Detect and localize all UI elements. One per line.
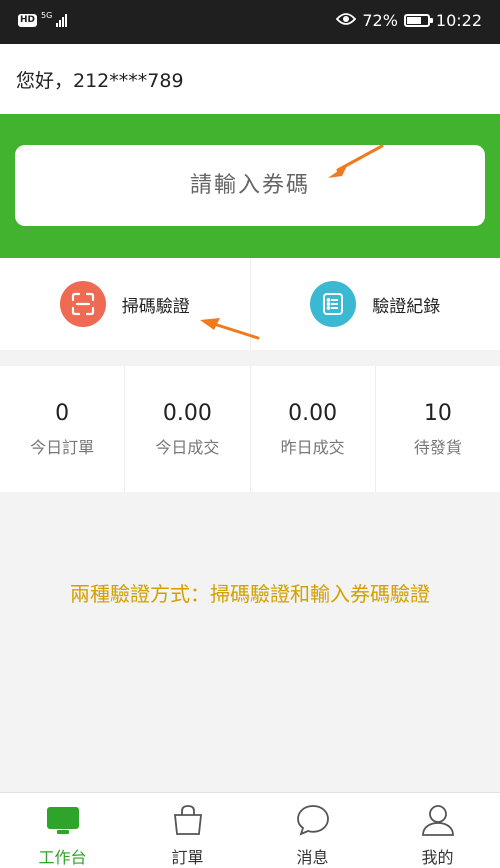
user-icon — [419, 801, 457, 839]
battery-percent: 72% — [362, 11, 398, 30]
bottom-nav: 工作台 訂單 消息 我的 — [0, 792, 500, 868]
eye-icon — [336, 11, 357, 30]
coupon-code-input[interactable] — [15, 145, 485, 226]
status-bar: HD 5G 72% 10:22 — [0, 0, 500, 44]
nav-label: 消息 — [296, 848, 329, 867]
scan-verify-button[interactable]: 掃碼驗證 — [0, 258, 250, 350]
signal-icon — [56, 13, 68, 27]
workbench-icon — [44, 801, 82, 839]
stat-label: 今日成交 — [155, 437, 220, 457]
stat-pending-shipment[interactable]: 10 待發貨 — [374, 366, 500, 492]
stat-label: 昨日成交 — [280, 437, 345, 457]
nav-label: 工作台 — [38, 848, 87, 867]
nav-profile[interactable]: 我的 — [375, 793, 500, 868]
clock: 10:22 — [435, 11, 482, 30]
verify-record-button[interactable]: 驗證紀錄 — [249, 258, 500, 350]
verification-methods-note: 兩種驗證方式：掃碼驗證和輸入券碼驗證 — [70, 582, 430, 606]
nav-label: 我的 — [421, 848, 454, 867]
greeting-text: 您好，212****789 — [0, 44, 500, 114]
network-type: 5G — [41, 11, 53, 20]
status-left: HD 5G — [18, 11, 68, 27]
stat-today-sales[interactable]: 0.00 今日成交 — [124, 366, 249, 492]
hd-badge: HD — [18, 13, 38, 27]
stat-today-orders[interactable]: 0 今日訂單 — [0, 366, 124, 492]
nav-label: 訂單 — [171, 848, 204, 867]
stats-row: 0 今日訂單 0.00 今日成交 0.00 昨日成交 10 待發貨 — [0, 366, 500, 492]
chat-bubble-icon — [294, 801, 332, 839]
coupon-banner — [0, 114, 500, 258]
scan-icon — [59, 281, 106, 327]
stat-value: 0.00 — [288, 400, 338, 426]
stat-value: 0 — [55, 400, 70, 426]
shopping-bag-icon — [169, 801, 207, 839]
list-icon — [310, 281, 357, 327]
scan-verify-label: 掃碼驗證 — [121, 296, 190, 317]
nav-workbench[interactable]: 工作台 — [0, 793, 125, 868]
battery-icon — [403, 14, 433, 27]
stat-yesterday-sales[interactable]: 0.00 昨日成交 — [249, 366, 375, 492]
stat-value: 10 — [423, 400, 452, 426]
stat-value: 0.00 — [162, 400, 212, 426]
stat-label: 待發貨 — [413, 437, 462, 457]
nav-messages[interactable]: 消息 — [250, 793, 375, 868]
status-right: 72% 10:22 — [336, 11, 482, 30]
action-row: 掃碼驗證 驗證紀錄 — [0, 258, 500, 350]
nav-orders[interactable]: 訂單 — [125, 793, 250, 868]
verify-record-label: 驗證紀錄 — [372, 296, 441, 317]
stat-label: 今日訂單 — [30, 437, 95, 457]
